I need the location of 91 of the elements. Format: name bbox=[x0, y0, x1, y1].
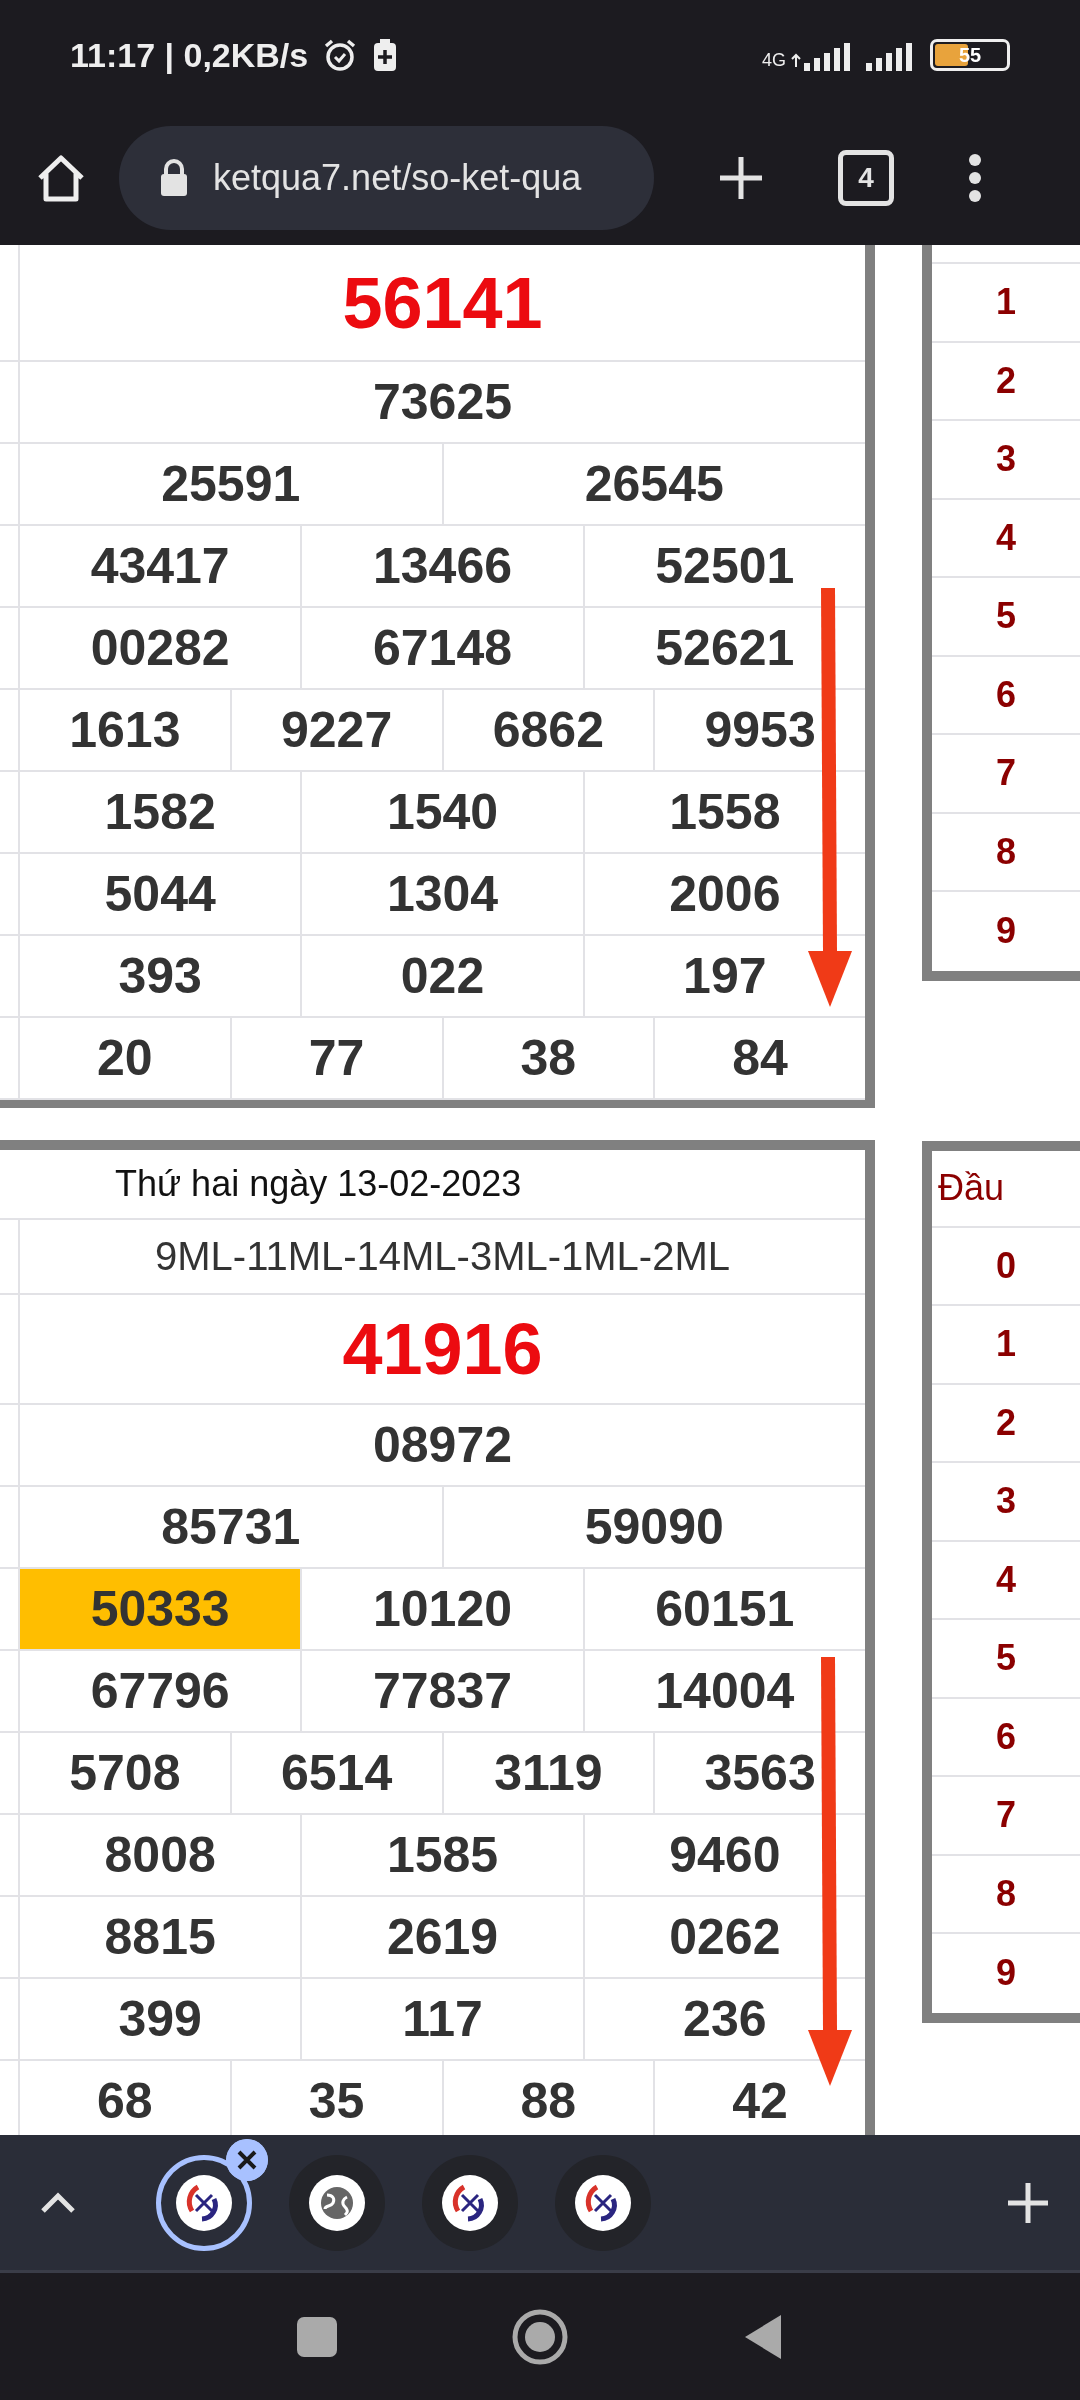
head-digit: 1 bbox=[932, 264, 1080, 343]
prize-number: 3563 bbox=[703, 1744, 817, 1803]
head-digit: 8 bbox=[932, 813, 1080, 892]
prize-number: 0262 bbox=[668, 1908, 782, 1967]
prize-number: 10120 bbox=[302, 1569, 585, 1649]
prize-number: 08972 bbox=[371, 1416, 513, 1475]
address-bar[interactable]: ketqua7.net/so-ket-qua bbox=[119, 125, 654, 230]
prize-number: 117 bbox=[302, 1979, 585, 2059]
prize-number: 67148 bbox=[302, 608, 585, 688]
prize-number: 8008 bbox=[20, 1815, 303, 1895]
head-digit: 3 bbox=[932, 1463, 1080, 1542]
prize-number: 5044 bbox=[20, 854, 303, 934]
prize-number: 5708 bbox=[20, 1733, 232, 1813]
menu-icon[interactable] bbox=[968, 152, 982, 203]
battery-plus-icon bbox=[372, 38, 399, 72]
globe-icon bbox=[309, 2174, 365, 2231]
prize-number: 9227 bbox=[231, 690, 444, 770]
head-digit: 5 bbox=[932, 578, 1080, 657]
prize-number: 43417 bbox=[20, 526, 303, 606]
head-digit: 4 bbox=[932, 1541, 1080, 1620]
home-button-icon[interactable] bbox=[512, 2308, 568, 2365]
prize-number: 60151 bbox=[654, 1580, 796, 1639]
prize-number: 8815 bbox=[20, 1897, 303, 1977]
prize-number: 197 bbox=[682, 947, 768, 1006]
back-icon[interactable] bbox=[743, 2312, 783, 2361]
lock-icon bbox=[159, 157, 189, 198]
head-digit: 0 bbox=[932, 1227, 1080, 1306]
prize-number: 42 bbox=[731, 2072, 789, 2131]
head-digit: 6 bbox=[932, 1698, 1080, 1777]
prize-number: 67796 bbox=[20, 1651, 303, 1731]
prize-number: 13466 bbox=[302, 526, 585, 606]
head-digit: 6 bbox=[932, 656, 1080, 735]
prize-number: 38 bbox=[443, 1018, 656, 1098]
head-digit: 3 bbox=[932, 421, 1080, 500]
head-digit: 9 bbox=[995, 1951, 1017, 1996]
head-digit: 9 bbox=[995, 909, 1017, 954]
status-time: 11:17 | 0,2KB/s bbox=[70, 35, 309, 75]
prize-number: 6514 bbox=[231, 1733, 444, 1813]
prize-number: 26545 bbox=[583, 455, 725, 514]
prize-number: 1540 bbox=[302, 772, 585, 852]
prize-number: 399 bbox=[20, 1979, 303, 2059]
head-digit: 7 bbox=[932, 735, 1080, 814]
prize-number: 6862 bbox=[443, 690, 656, 770]
prize-number: 00282 bbox=[20, 608, 303, 688]
site-logo-icon bbox=[176, 2174, 232, 2231]
prize-number: 77837 bbox=[302, 1651, 585, 1731]
new-tab-icon[interactable] bbox=[718, 154, 764, 201]
prize-number: 59090 bbox=[583, 1498, 725, 1557]
head-digit: 7 bbox=[932, 1777, 1080, 1856]
prize-number: 9953 bbox=[703, 701, 817, 760]
prize-number: 9460 bbox=[668, 1826, 782, 1885]
prize-number: 14004 bbox=[654, 1662, 796, 1721]
prize-number: 1304 bbox=[302, 854, 585, 934]
site-logo-icon bbox=[442, 2174, 498, 2231]
prize-number: 2006 bbox=[668, 865, 782, 924]
draw-codes: 9ML-11ML-14ML-3ML-1ML-2ML bbox=[154, 1233, 731, 1280]
prize-number: 84 bbox=[731, 1029, 789, 1088]
prize-number: 236 bbox=[682, 1990, 768, 2049]
prize-number: 393 bbox=[20, 936, 303, 1016]
site-logo-icon bbox=[575, 2174, 631, 2231]
special-prize-number: 56141 bbox=[341, 261, 544, 345]
prize-number: 52621 bbox=[654, 619, 796, 678]
prize-number: 20 bbox=[20, 1018, 232, 1098]
head-digit: 2 bbox=[932, 1384, 1080, 1463]
head-digit: 1 bbox=[932, 1306, 1080, 1385]
close-icon[interactable] bbox=[226, 2138, 268, 2181]
chevron-up-icon[interactable] bbox=[40, 2191, 76, 2214]
prize-number: 022 bbox=[302, 936, 585, 1016]
head-digit: 8 bbox=[932, 1855, 1080, 1934]
prize-number: 1613 bbox=[20, 690, 232, 770]
head-digit: 2 bbox=[932, 342, 1080, 421]
prize-number: 1558 bbox=[668, 783, 782, 842]
special-prize-number: 41916 bbox=[341, 1308, 544, 1391]
head-digit: 5 bbox=[932, 1620, 1080, 1699]
column-header: Đầu bbox=[932, 1150, 1080, 1228]
prize-number: 52501 bbox=[654, 537, 796, 596]
prize-number: 50333 bbox=[20, 1569, 303, 1649]
prize-number: 77 bbox=[231, 1018, 444, 1098]
prize-number: 2619 bbox=[302, 1897, 585, 1977]
prize-number: 1582 bbox=[20, 772, 303, 852]
prize-number: 25591 bbox=[20, 444, 444, 524]
recents-icon[interactable] bbox=[297, 2316, 337, 2357]
add-tab-icon[interactable] bbox=[1006, 2180, 1050, 2225]
network-type: 4G bbox=[762, 50, 786, 71]
prize-number: 85731 bbox=[20, 1487, 444, 1567]
prize-number: 3119 bbox=[443, 1733, 656, 1813]
head-digit: 4 bbox=[932, 499, 1080, 578]
prize-number: 73625 bbox=[371, 373, 513, 432]
draw-date: Thứ hai ngày 13-02-2023 bbox=[114, 1163, 522, 1205]
prize-number: 1585 bbox=[302, 1815, 585, 1895]
tab-count-button[interactable]: 4 bbox=[838, 149, 894, 206]
